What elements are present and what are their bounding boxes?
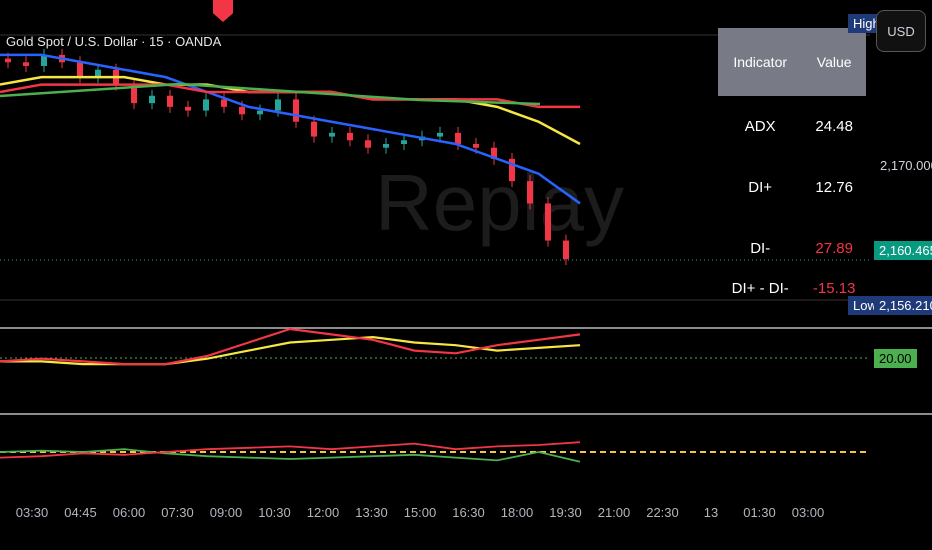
candle [401, 140, 407, 144]
candle [293, 99, 299, 122]
time-axis-label: 01:30 [743, 505, 776, 520]
candle [167, 95, 173, 107]
time-axis-label: 04:45 [64, 505, 97, 520]
indicator-table: Indicator Value ADX 24.48 DI+ 12.76 DI- 27.8… [718, 28, 866, 301]
ema-line [0, 75, 581, 146]
table-row: DI- 27.89 [750, 240, 853, 257]
time-axis-label: 21:00 [597, 505, 631, 520]
price-level-label: 2,170.000 [880, 158, 932, 173]
time-axis-label: 15:00 [403, 505, 437, 520]
candle [149, 95, 155, 104]
candle [77, 62, 83, 78]
time-axis-label: 13:30 [355, 505, 388, 520]
candle [365, 140, 371, 148]
adx-line [0, 327, 581, 366]
time-axis-label: 16:30 [452, 505, 485, 520]
candle [221, 99, 227, 107]
adx-line [0, 335, 581, 366]
time-axis-label: 09:00 [209, 505, 243, 520]
di-line [0, 441, 581, 459]
time-axis-label: 13 [703, 505, 719, 520]
current-price-badge: 2,160.465 [874, 241, 932, 260]
candle [311, 121, 317, 137]
candle [185, 106, 191, 111]
symbol-title: Gold Spot / U.S. Dollar · 15 · OANDA [6, 34, 222, 49]
candle [437, 132, 443, 137]
time-axis-label: 18:00 [500, 505, 534, 520]
table-row: DI+ - DI- -15.13 [731, 280, 856, 297]
candle [563, 240, 569, 260]
time-axis-label: 12:00 [306, 505, 340, 520]
currency-button[interactable]: USD [876, 10, 926, 52]
candle [473, 144, 479, 148]
candle [5, 58, 11, 63]
candle [383, 144, 389, 148]
time-axis-label: 22:30 [646, 505, 679, 520]
candle [203, 99, 209, 111]
time-axis-label: 07:30 [161, 505, 194, 520]
table-row: DI+ 12.76 [748, 179, 853, 196]
ema-line [0, 82, 541, 106]
time-axis-label: 10:30 [258, 505, 291, 520]
candle [527, 181, 533, 204]
time-axis-label: 03:30 [15, 505, 49, 520]
time-axis-label: 19:30 [549, 505, 582, 520]
candle [347, 132, 353, 141]
table-header-value: Value [802, 28, 866, 96]
time-axis-label: 03:00 [791, 505, 825, 520]
table-row: ADX 24.48 [744, 118, 853, 135]
adx-pane [0, 327, 581, 366]
candle [329, 132, 335, 137]
low-price-badge: 2,156.210 [874, 296, 932, 315]
time-axis-label: 06:00 [112, 505, 146, 520]
candle [275, 99, 281, 111]
replay-watermark: Replay [375, 158, 624, 247]
candle [257, 110, 263, 115]
candle [239, 106, 245, 115]
table-header-indicator: Indicator [718, 28, 803, 96]
candle [23, 62, 29, 66]
candle [455, 132, 461, 144]
candle [545, 203, 551, 241]
adx-threshold-badge: 20.00 [874, 349, 917, 368]
